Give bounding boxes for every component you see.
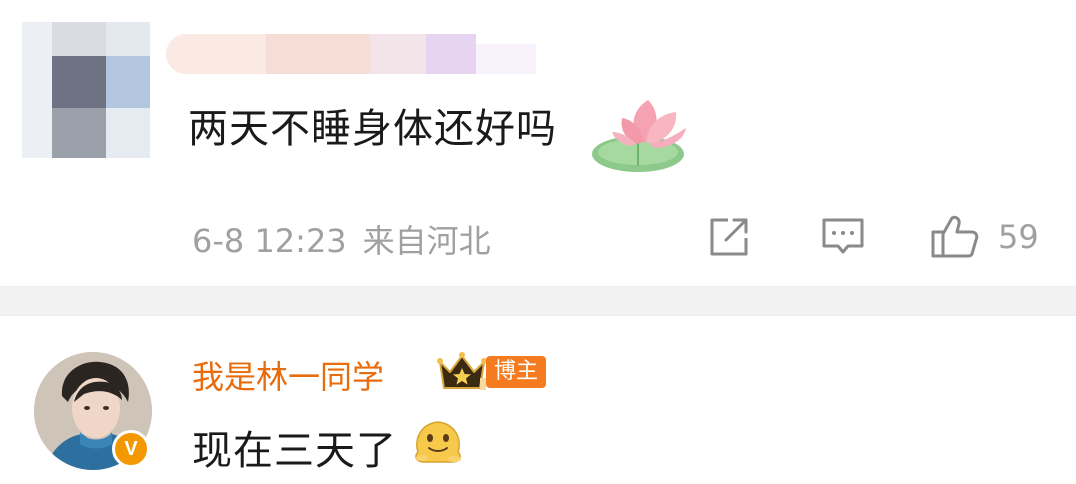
avatar[interactable] — [22, 22, 150, 158]
comment-text: 现在三天了 — [192, 428, 397, 474]
crown-icon — [437, 352, 487, 390]
thumbs-up-icon — [931, 215, 979, 258]
author-name[interactable]: 我是林一同学 — [192, 352, 384, 398]
lotus-sticker — [592, 100, 686, 172]
comment-icon — [822, 218, 864, 254]
share-icon — [710, 218, 748, 256]
comment-item: 两天不睡身体还好吗 6-8 12:23 来自河北 59 — [0, 0, 1076, 286]
author-tag: 博主 — [486, 356, 546, 388]
author-name-blurred[interactable] — [166, 30, 536, 78]
share-button[interactable] — [706, 212, 752, 260]
like-count: 59 — [998, 218, 1039, 256]
location: 来自河北 — [362, 222, 491, 260]
comment-meta: 6-8 12:23 来自河北 — [192, 216, 491, 262]
reply-button[interactable] — [820, 212, 866, 260]
timestamp: 6-8 12:23 — [192, 222, 347, 260]
comment-text: 两天不睡身体还好吗 — [188, 106, 557, 152]
like-button[interactable]: 59 — [930, 212, 1046, 260]
comment-thread: 两天不睡身体还好吗 6-8 12:23 来自河北 59 V 我是林一同学 博主 … — [0, 0, 1076, 484]
verified-badge: V — [112, 430, 150, 468]
section-divider — [0, 286, 1076, 316]
melting-face-emoji — [415, 421, 461, 463]
